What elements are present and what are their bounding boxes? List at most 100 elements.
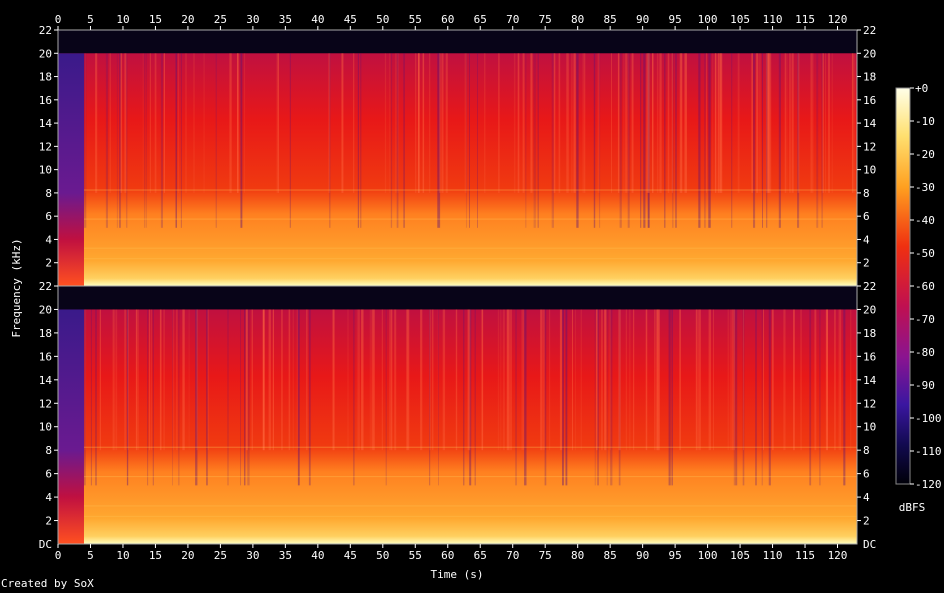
texture-streak: [439, 53, 441, 193]
texture-streak: [244, 53, 246, 193]
texture-streak: [594, 309, 596, 486]
sox-credit: Created by SoX: [1, 577, 94, 590]
texture-streak: [95, 53, 98, 193]
texture-streak: [698, 309, 699, 451]
texture-streak: [839, 309, 842, 451]
texture-streak: [831, 53, 833, 193]
colorbar-tick-label: -120: [915, 478, 942, 491]
y-tick-label-left: 12: [39, 397, 52, 410]
texture-streak: [126, 53, 128, 228]
texture-streak: [543, 309, 545, 451]
texture-streak: [172, 309, 173, 486]
x-tick-label-bottom: 30: [246, 549, 259, 562]
y-tick-label-left: 10: [39, 164, 52, 177]
texture-streak: [685, 53, 687, 193]
texture-streak: [695, 309, 698, 451]
colorbar-label: dBFS: [899, 501, 926, 514]
texture-streak: [420, 309, 423, 451]
texture-streak: [105, 53, 108, 228]
texture-streak: [464, 53, 467, 193]
x-tick-label-bottom: 100: [698, 549, 718, 562]
texture-streak: [288, 309, 291, 451]
texture-streak: [415, 53, 417, 193]
texture-streak: [390, 53, 393, 228]
x-tick-label-top: 115: [795, 13, 815, 26]
texture-streak: [390, 309, 393, 451]
texture-streak: [369, 309, 371, 451]
y-tick-label-right: 4: [863, 233, 870, 246]
texture-streak: [385, 309, 387, 486]
x-tick-label-top: 105: [730, 13, 750, 26]
harmonic-line: [83, 475, 857, 478]
x-tick-label-top: 5: [87, 13, 94, 26]
texture-streak: [229, 53, 232, 193]
texture-streak: [769, 53, 772, 193]
texture-streak: [244, 309, 246, 486]
above-cutoff-region: [58, 30, 857, 54]
texture-streak: [668, 309, 671, 486]
spectrogram-panels: [57, 29, 858, 545]
y-tick-label-left: 18: [39, 327, 52, 340]
texture-streak: [347, 309, 349, 451]
texture-streak: [521, 309, 524, 451]
texture-streak: [553, 53, 556, 193]
texture-streak: [625, 53, 627, 193]
y-tick-label-right: 20: [863, 47, 876, 60]
texture-streak: [147, 309, 149, 486]
y-tick-label-right: 10: [863, 421, 876, 434]
spectrogram-channel-2: [57, 285, 858, 545]
texture-streak: [203, 53, 205, 193]
texture-streak: [477, 53, 478, 228]
y-tick-label-right: 6: [863, 468, 870, 481]
intro-region: [58, 53, 84, 286]
texture-streak: [646, 53, 649, 193]
texture-streak: [593, 53, 596, 228]
x-tick-label-top: 75: [539, 13, 552, 26]
texture-streak: [537, 53, 539, 228]
texture-streak: [733, 309, 736, 486]
texture-streak: [729, 309, 732, 451]
texture-streak: [381, 309, 383, 451]
texture-streak: [727, 309, 729, 451]
above-cutoff-region: [58, 286, 857, 310]
texture-streak: [188, 309, 190, 451]
texture-streak: [671, 53, 673, 193]
texture-streak: [95, 309, 97, 486]
texture-streak: [679, 53, 682, 193]
x-tick-label-top: 20: [181, 13, 194, 26]
texture-streak: [762, 53, 763, 228]
texture-streak: [112, 309, 115, 451]
texture-streak: [576, 53, 579, 228]
texture-streak: [664, 53, 666, 228]
texture-streak: [783, 309, 785, 451]
texture-streak: [565, 309, 568, 486]
texture-streak: [606, 309, 608, 486]
texture-streak: [292, 309, 294, 451]
texture-streak: [640, 53, 642, 228]
x-tick-label-bottom: 60: [441, 549, 454, 562]
texture-streak: [652, 53, 654, 193]
x-tick-label-top: 0: [55, 13, 62, 26]
texture-streak: [706, 53, 707, 193]
x-tick-label-top: 90: [636, 13, 649, 26]
texture-streak: [800, 309, 802, 451]
texture-streak: [507, 309, 510, 451]
y-tick-label-left: 8: [45, 187, 52, 200]
y-tick-label-right: 4: [863, 491, 870, 504]
texture-streak: [825, 53, 826, 193]
texture-streak: [582, 53, 584, 193]
texture-streak: [90, 309, 92, 486]
x-tick-label-top: 10: [116, 13, 129, 26]
colorbar-tick-label: +0: [915, 82, 928, 95]
colorbar-tick-label: -50: [915, 247, 935, 260]
texture-streak: [215, 53, 217, 228]
texture-streak: [704, 53, 706, 228]
colorbar-tick-label: -110: [915, 445, 942, 458]
texture-streak: [769, 309, 771, 486]
texture-streak: [551, 53, 554, 228]
y-tick-label-left: 14: [39, 374, 53, 387]
texture-streak: [361, 309, 364, 451]
texture-streak: [240, 53, 243, 228]
texture-streak: [731, 53, 733, 228]
y-tick-label-right: DC: [863, 538, 876, 551]
